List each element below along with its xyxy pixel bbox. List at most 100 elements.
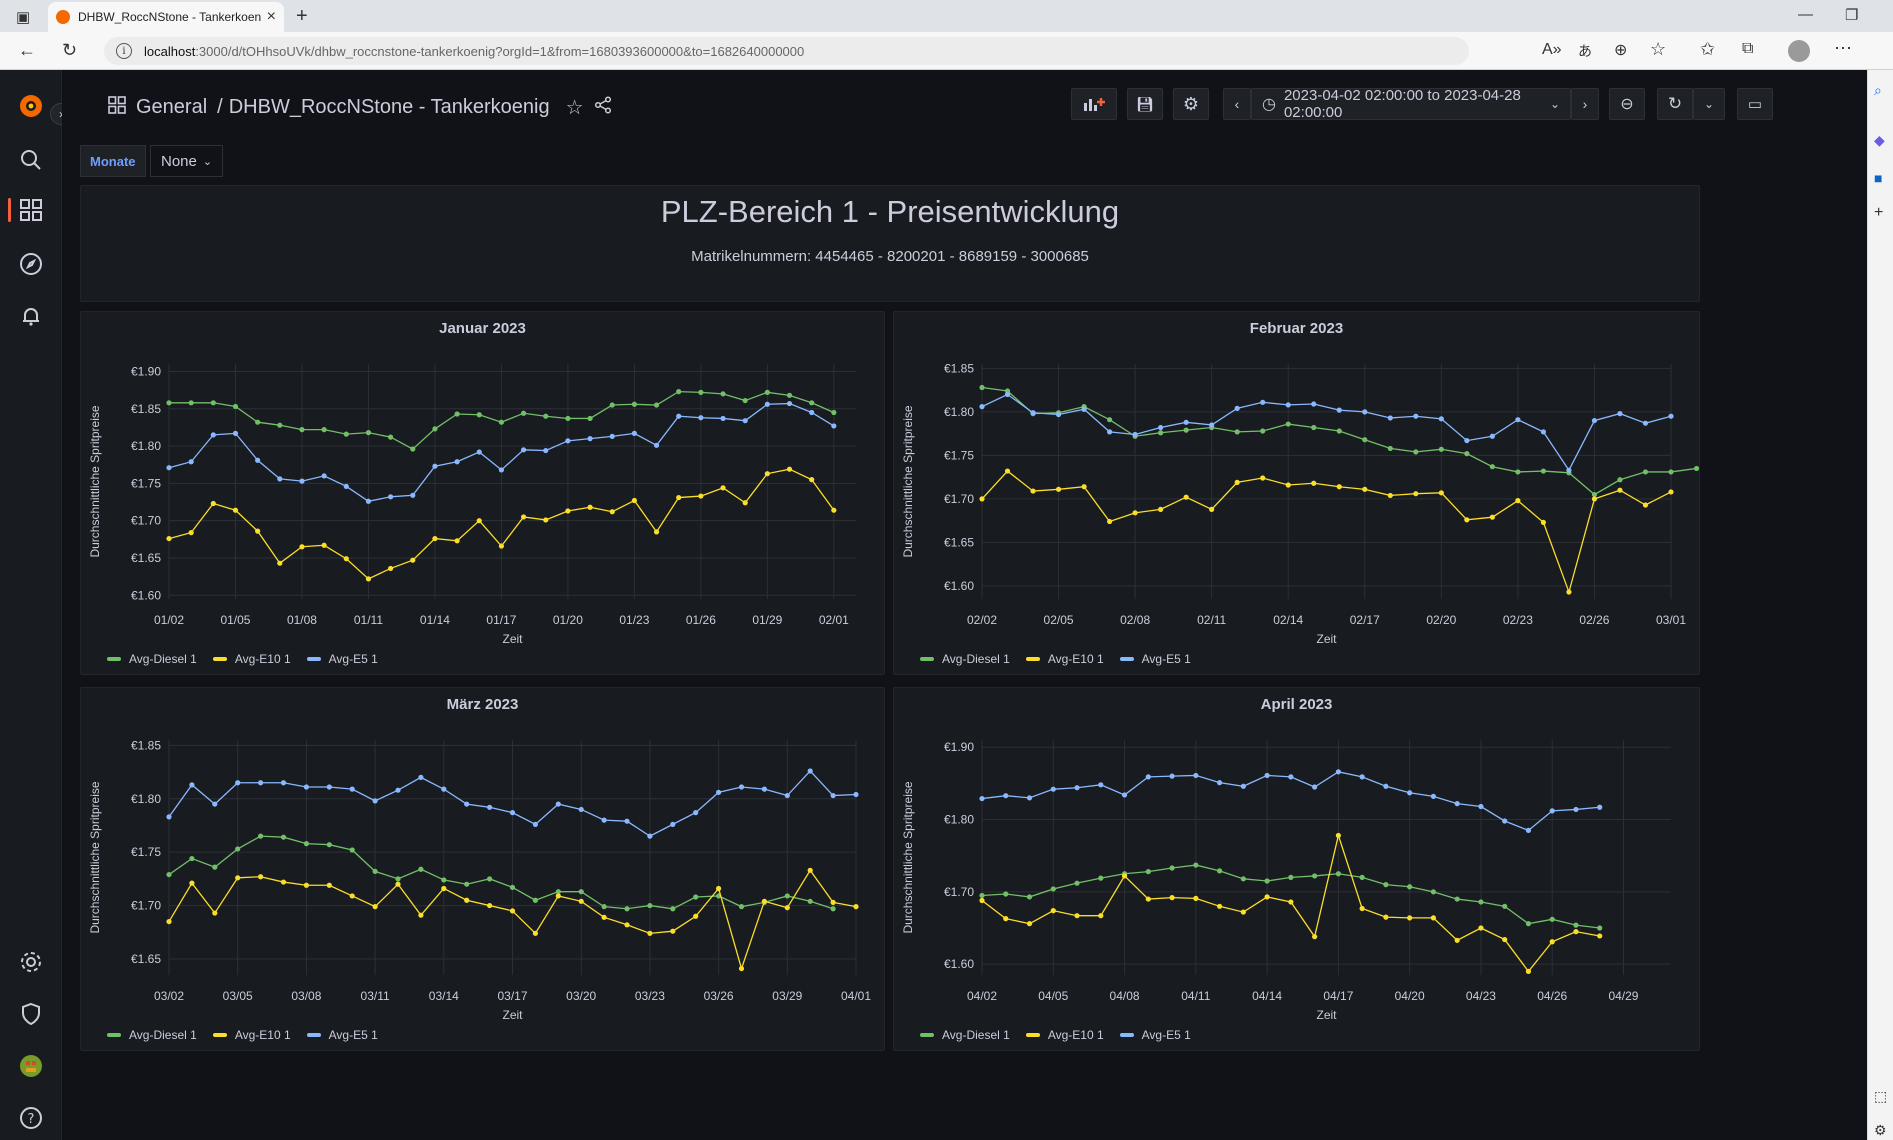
- y-tick-label: €1.90: [131, 364, 161, 378]
- chart-panel-april[interactable]: April 2023 €1.60 €1.70 €1.80 €1.90 04/02 04/05…: [893, 687, 1700, 1051]
- chart-panel-januar[interactable]: Januar 2023 €1.60 €1.65 €1.70 €1.75 €1.80 €1.8…: [80, 311, 885, 675]
- sidebar-settings-icon[interactable]: ⬚: [1874, 1088, 1887, 1105]
- legend-item[interactable]: Avg-E5 1: [306, 652, 378, 666]
- data-point: [853, 904, 859, 910]
- dashboard-title[interactable]: DHBW_RoccNStone - Tankerkoenig: [229, 96, 550, 119]
- translate-icon[interactable]: あ: [1578, 41, 1592, 61]
- profile-avatar[interactable]: [1788, 40, 1810, 62]
- tab-actions-icon[interactable]: ▣: [16, 8, 30, 26]
- star-icon[interactable]: ☆: [566, 95, 584, 120]
- legend-item[interactable]: Avg-E10 1: [212, 1028, 291, 1042]
- legend-item[interactable]: Avg-E5 1: [1119, 1028, 1191, 1042]
- data-point: [676, 494, 682, 501]
- x-tick-label: 02/23: [1503, 613, 1533, 627]
- x-tick-label: 02/14: [1273, 613, 1303, 627]
- alerting-bell-icon[interactable]: [17, 302, 45, 330]
- data-point: [299, 478, 305, 484]
- reload-icon[interactable]: ↻: [62, 40, 77, 61]
- favorite-icon[interactable]: ☆: [1650, 39, 1666, 60]
- grafana-logo-icon[interactable]: [17, 92, 45, 120]
- share-icon[interactable]: [594, 95, 612, 120]
- data-point: [487, 876, 493, 882]
- copilot-icon[interactable]: ◆: [1874, 132, 1885, 149]
- more-menu-icon[interactable]: ⋯: [1834, 38, 1852, 59]
- data-point: [670, 821, 676, 827]
- search-sidebar-icon[interactable]: ⌕: [1874, 82, 1882, 99]
- chart-panel-februar[interactable]: Februar 2023 €1.60 €1.65 €1.70 €1.75 €1.80 €1.…: [893, 311, 1700, 675]
- data-point: [1098, 913, 1104, 919]
- data-point: [1413, 449, 1419, 455]
- data-point: [395, 881, 401, 887]
- legend-swatch: [306, 657, 321, 661]
- hide-sidebar-icon[interactable]: ⚙: [1874, 1122, 1887, 1139]
- zoom-out-button[interactable]: ⊖: [1609, 88, 1645, 120]
- data-point: [587, 415, 593, 422]
- minimize-icon[interactable]: —: [1798, 6, 1813, 23]
- add-sidebar-app-icon[interactable]: +: [1874, 204, 1883, 222]
- help-icon[interactable]: ?: [17, 1104, 45, 1132]
- new-tab-icon[interactable]: +: [296, 5, 308, 28]
- data-point: [277, 560, 283, 566]
- legend-item[interactable]: Avg-E10 1: [212, 652, 291, 666]
- save-dashboard-button[interactable]: 💾︎: [1127, 88, 1163, 120]
- site-info-icon[interactable]: i: [116, 43, 132, 59]
- data-point: [189, 855, 195, 862]
- data-point: [299, 427, 305, 433]
- time-shift-forward-button[interactable]: ›: [1571, 88, 1599, 120]
- read-aloud-icon[interactable]: A»: [1542, 41, 1562, 59]
- data-point: [432, 535, 438, 542]
- data-point: [1478, 925, 1484, 931]
- time-shift-back-button[interactable]: ‹: [1223, 88, 1251, 120]
- server-admin-shield-icon[interactable]: [17, 1000, 45, 1028]
- data-point: [1285, 421, 1291, 427]
- variable-select-monate[interactable]: None ⌄: [150, 145, 224, 177]
- explore-icon[interactable]: [17, 250, 45, 278]
- add-panel-button[interactable]: [1071, 88, 1117, 120]
- legend-item[interactable]: Avg-Diesel 1: [920, 1028, 1010, 1042]
- legend-item[interactable]: Avg-E10 1: [1025, 652, 1104, 666]
- legend-item[interactable]: Avg-Diesel 1: [107, 1028, 197, 1042]
- zoom-icon[interactable]: ⊕: [1614, 40, 1627, 60]
- browser-tab[interactable]: DHBW_RoccNStone - Tankerkoen ×: [48, 2, 284, 32]
- chevron-down-icon: ⌄: [202, 155, 213, 168]
- outlook-icon[interactable]: ■: [1874, 170, 1882, 186]
- restore-icon[interactable]: ❐: [1845, 6, 1858, 24]
- user-avatar[interactable]: [17, 1052, 45, 1080]
- data-point: [235, 846, 241, 852]
- screen: ▣ DHBW_RoccNStone - Tankerkoen × + — ❐ ←…: [0, 0, 1893, 1140]
- time-range-picker[interactable]: ◷ 2023-04-02 02:00:00 to 2023-04-28 02:0…: [1251, 87, 1571, 121]
- data-point: [578, 898, 584, 904]
- data-point: [1311, 480, 1317, 486]
- breadcrumb: General / DHBW_RoccNStone - Tankerkoenig…: [108, 95, 612, 120]
- refresh-interval-button[interactable]: ⌄: [1693, 88, 1725, 120]
- chart-panel-maerz[interactable]: März 2023 €1.65 €1.70 €1.75 €1.80 €1.85 03/02 0…: [80, 687, 885, 1051]
- legend-label: Avg-Diesel 1: [129, 1028, 197, 1042]
- back-icon[interactable]: ←: [18, 40, 36, 61]
- legend-item[interactable]: Avg-E10 1: [1025, 1028, 1104, 1042]
- breadcrumb-folder[interactable]: General: [136, 96, 207, 119]
- legend-item[interactable]: Avg-Diesel 1: [920, 652, 1010, 666]
- data-point: [1525, 921, 1532, 927]
- legend-item[interactable]: Avg-E5 1: [306, 1028, 378, 1042]
- data-point: [979, 892, 985, 899]
- refresh-icon: ↻: [1667, 94, 1683, 113]
- dashboards-icon[interactable]: [17, 196, 45, 224]
- favorites-bar-icon[interactable]: ✩: [1700, 39, 1715, 60]
- data-point: [1098, 875, 1104, 881]
- configuration-gear-icon[interactable]: [17, 948, 45, 976]
- data-point: [1430, 793, 1437, 799]
- view-mode-button[interactable]: ▭: [1737, 88, 1773, 120]
- x-axis-label: Zeit: [1316, 632, 1337, 646]
- data-point: [1055, 486, 1062, 492]
- data-point: [1193, 862, 1199, 868]
- collections-icon[interactable]: ⧉: [1742, 40, 1753, 58]
- legend-item[interactable]: Avg-E5 1: [1119, 652, 1191, 666]
- y-axis-label: Durchschnittliche Spritpreise: [901, 405, 915, 557]
- close-tab-icon[interactable]: ×: [267, 8, 276, 26]
- data-point: [441, 877, 447, 883]
- legend-item[interactable]: Avg-Diesel 1: [107, 652, 197, 666]
- dashboard-settings-button[interactable]: ⚙: [1173, 88, 1209, 120]
- refresh-button[interactable]: ↻: [1657, 88, 1693, 120]
- url-field[interactable]: i localhost:3000/d/tOHhsoUVk/dhbw_roccns…: [104, 37, 1469, 65]
- search-icon[interactable]: [17, 146, 45, 174]
